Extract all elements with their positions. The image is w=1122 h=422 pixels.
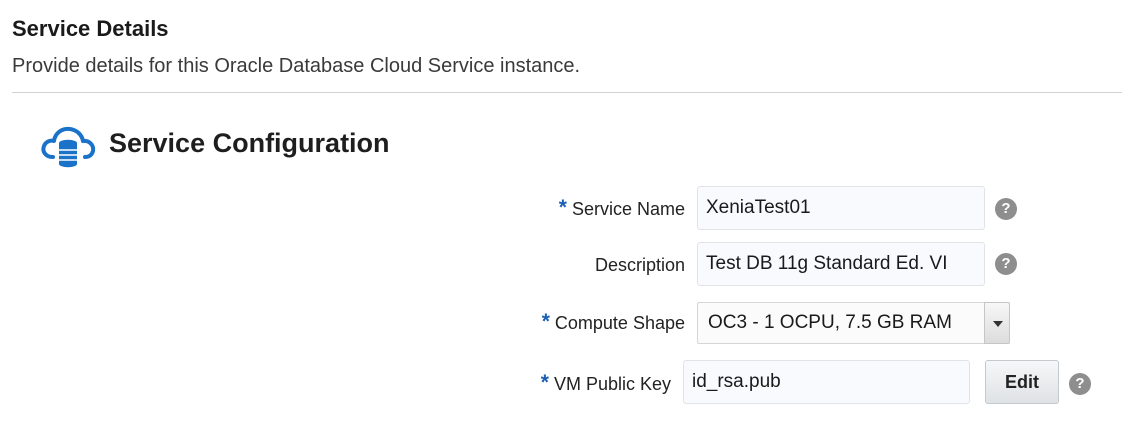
description-input[interactable] [697, 242, 985, 286]
compute-shape-label: * Compute Shape [541, 310, 685, 333]
required-marker: * [540, 371, 549, 394]
cloud-database-icon [41, 126, 96, 168]
required-marker: * [558, 196, 567, 219]
chevron-down-icon[interactable] [984, 302, 1010, 344]
page-title: Service Details [12, 16, 169, 41]
service-name-input[interactable] [697, 186, 985, 230]
section-title: Service Configuration [109, 128, 390, 158]
edit-key-button[interactable]: Edit [985, 360, 1059, 404]
service-name-label: * Service Name [558, 196, 685, 219]
description-label: Description [594, 255, 685, 275]
help-icon[interactable]: ? [995, 198, 1017, 220]
help-icon[interactable]: ? [995, 253, 1017, 275]
required-marker: * [541, 310, 550, 333]
vm-public-key-input[interactable] [683, 360, 970, 404]
vm-public-key-label: * VM Public Key [540, 371, 671, 394]
help-icon[interactable]: ? [1069, 373, 1091, 395]
page-subtitle: Provide details for this Oracle Database… [12, 55, 581, 77]
compute-shape-value: OC3 - 1 OCPU, 7.5 GB RAM [708, 312, 952, 333]
compute-shape-select[interactable]: OC3 - 1 OCPU, 7.5 GB RAM [697, 302, 1010, 344]
header-divider [12, 92, 1122, 93]
